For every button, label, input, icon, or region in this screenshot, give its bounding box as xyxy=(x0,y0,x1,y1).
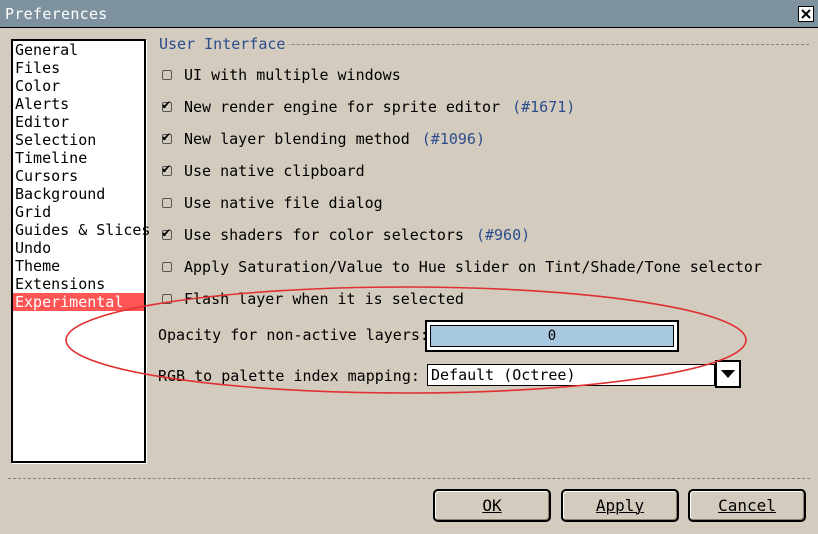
opacity-input[interactable]: 0 xyxy=(425,320,679,352)
sidebar-item-cursors[interactable]: Cursors xyxy=(13,167,144,185)
sidebar-item-color[interactable]: Color xyxy=(13,77,144,95)
option-label: Use native file dialog xyxy=(184,194,383,212)
rgb-mapping-label: RGB to palette index mapping: xyxy=(158,367,420,385)
sidebar-item-alerts[interactable]: Alerts xyxy=(13,95,144,113)
option-new-layer-blending[interactable]: ✔ New layer blending method (#1096) xyxy=(162,129,485,149)
user-interface-group-label: User Interface xyxy=(157,35,290,53)
apply-button[interactable]: Apply xyxy=(561,489,679,522)
checkbox[interactable] xyxy=(162,70,172,80)
close-button[interactable] xyxy=(798,6,814,22)
checkbox[interactable] xyxy=(162,198,172,208)
checkbox[interactable] xyxy=(162,262,172,272)
sidebar-item-editor[interactable]: Editor xyxy=(13,113,144,131)
option-label: Use native clipboard xyxy=(184,162,365,180)
close-icon xyxy=(801,9,811,19)
sidebar-item-undo[interactable]: Undo xyxy=(13,239,144,257)
opacity-label: Opacity for non-active layers: xyxy=(158,326,429,344)
option-new-render-engine[interactable]: ✔ New render engine for sprite editor (#… xyxy=(162,97,575,117)
sidebar-item-theme[interactable]: Theme xyxy=(13,257,144,275)
ok-button-label: OK xyxy=(482,496,502,515)
sidebar-item-background[interactable]: Background xyxy=(13,185,144,203)
rgb-mapping-select[interactable]: Default (Octree) xyxy=(427,364,715,386)
option-shaders-color-selectors[interactable]: ✔ Use shaders for color selectors (#960) xyxy=(162,225,530,245)
option-native-file-dialog[interactable]: Use native file dialog xyxy=(162,193,383,213)
sidebar-item-selection[interactable]: Selection xyxy=(13,131,144,149)
checkmark-icon: ✔ xyxy=(162,97,171,113)
option-label: UI with multiple windows xyxy=(184,66,401,84)
option-native-clipboard[interactable]: ✔ Use native clipboard xyxy=(162,161,365,181)
apply-button-label: Apply xyxy=(595,496,645,515)
sidebar-item-files[interactable]: Files xyxy=(13,59,144,77)
option-label: New layer blending method xyxy=(184,130,410,148)
checkbox[interactable]: ✔ xyxy=(162,226,172,240)
option-label: Use shaders for color selectors xyxy=(184,226,464,244)
option-label: New render engine for sprite editor xyxy=(184,98,501,116)
checkmark-icon: ✔ xyxy=(162,129,171,145)
preferences-sidebar: General Files Color Alerts Editor Select… xyxy=(11,39,150,463)
sidebar-item-guides-slices[interactable]: Guides & Slices xyxy=(13,221,150,239)
option-multiple-windows[interactable]: UI with multiple windows xyxy=(162,65,401,85)
issue-link[interactable]: (#960) xyxy=(476,226,530,244)
window-title: Preferences xyxy=(5,5,108,23)
sidebar-item-experimental[interactable]: Experimental xyxy=(13,293,144,311)
sidebar-item-general[interactable]: General xyxy=(13,41,144,59)
checkbox[interactable]: ✔ xyxy=(162,98,172,112)
chevron-down-icon xyxy=(721,370,735,378)
checkbox[interactable]: ✔ xyxy=(162,162,172,176)
ok-button[interactable]: OK xyxy=(433,489,551,522)
checkbox[interactable] xyxy=(162,294,172,304)
option-label: Apply Saturation/Value to Hue slider on … xyxy=(184,258,762,276)
sidebar-item-timeline[interactable]: Timeline xyxy=(13,149,144,167)
sidebar-item-extensions[interactable]: Extensions xyxy=(13,275,144,293)
cancel-button[interactable]: Cancel xyxy=(688,489,806,522)
issue-link[interactable]: (#1671) xyxy=(512,98,575,116)
checkmark-icon: ✔ xyxy=(162,225,171,241)
option-flash-layer[interactable]: Flash layer when it is selected xyxy=(162,289,464,309)
option-label: Flash layer when it is selected xyxy=(184,290,464,308)
checkbox[interactable]: ✔ xyxy=(162,130,172,144)
rgb-mapping-dropdown-button[interactable] xyxy=(715,360,741,388)
button-separator xyxy=(8,478,810,479)
option-saturation-value-hue[interactable]: Apply Saturation/Value to Hue slider on … xyxy=(162,257,762,277)
checkmark-icon: ✔ xyxy=(162,161,171,177)
cancel-button-label: Cancel xyxy=(718,496,776,515)
issue-link[interactable]: (#1096) xyxy=(422,130,485,148)
title-bar: Preferences xyxy=(0,0,818,28)
sidebar-item-grid[interactable]: Grid xyxy=(13,203,144,221)
opacity-value: 0 xyxy=(430,325,674,347)
